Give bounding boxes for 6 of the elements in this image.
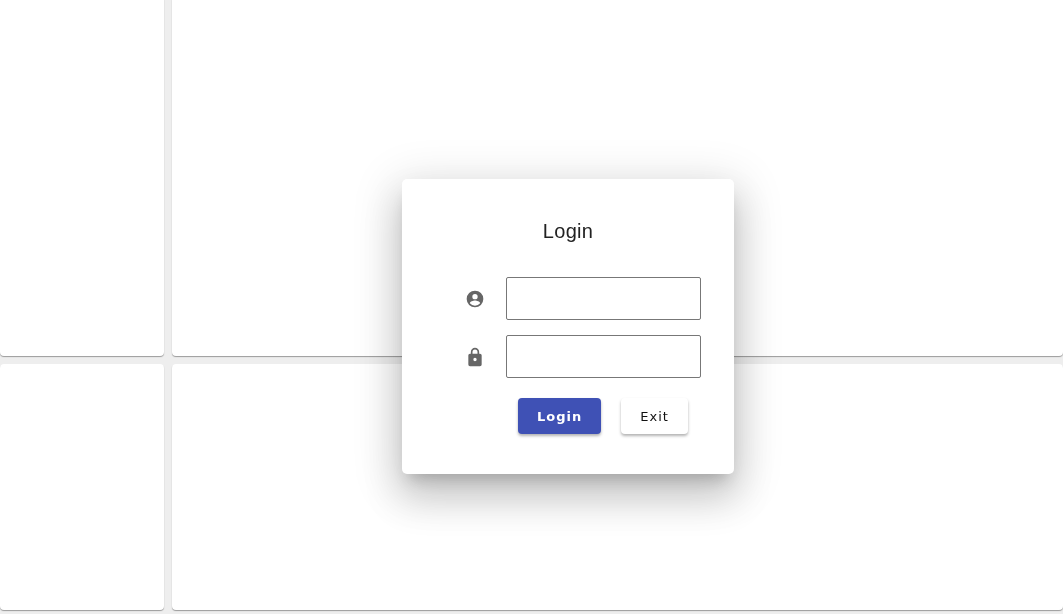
username-field[interactable]: [505, 277, 701, 320]
exit-button[interactable]: Exit: [621, 398, 688, 434]
dialog-title: Login: [542, 220, 594, 243]
password-field[interactable]: [505, 335, 701, 378]
login-button[interactable]: Login: [518, 398, 602, 434]
account-icon: [464, 288, 485, 309]
